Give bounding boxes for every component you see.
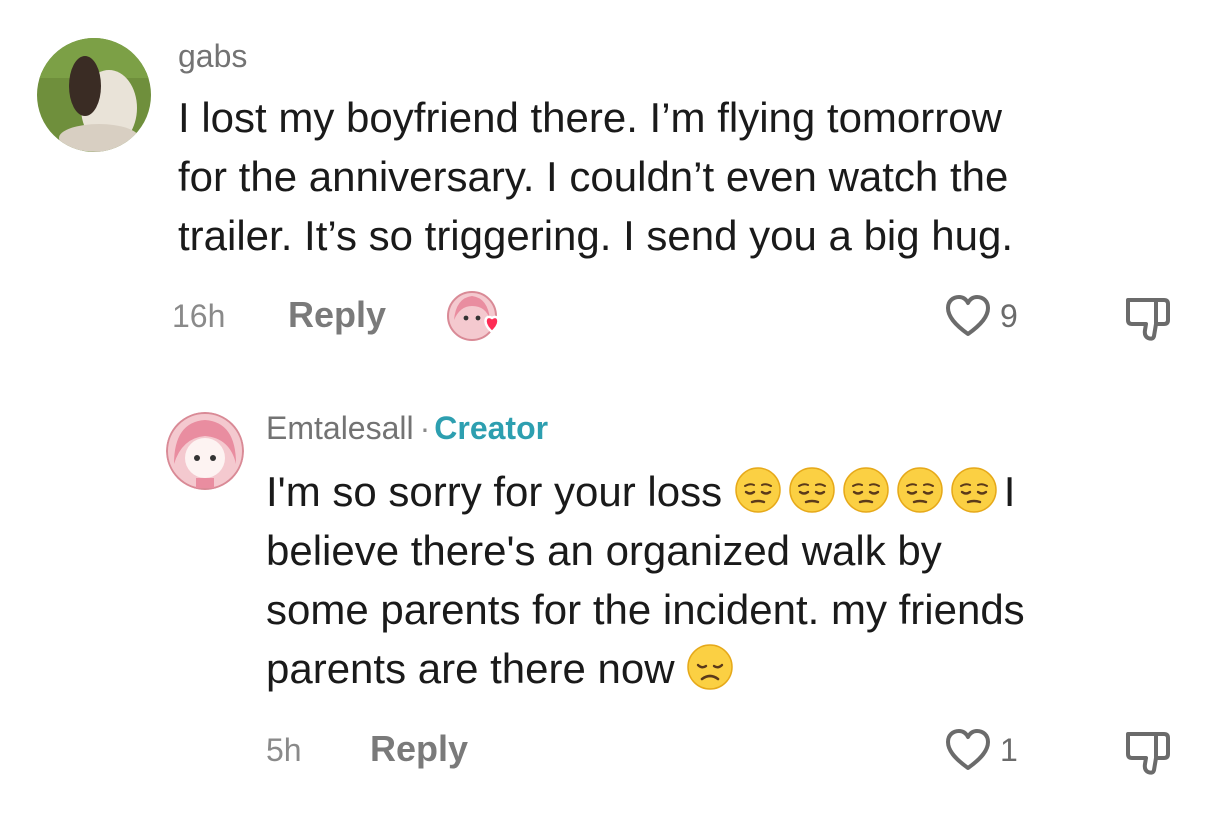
- heart-outline-icon: [946, 729, 990, 770]
- disappointed-emoji: [687, 644, 733, 690]
- avatar[interactable]: [166, 412, 244, 490]
- liked-by-creator-icon: [446, 290, 512, 342]
- comment-line-suffix: I: [1003, 468, 1016, 515]
- thumbs-down-icon: [1126, 732, 1170, 775]
- comment-line: believe there's an organized walk by: [266, 527, 942, 574]
- creator-badge: Creator: [434, 410, 549, 446]
- avatar[interactable]: [37, 38, 151, 152]
- separator-dot: ·: [419, 410, 431, 446]
- username-row: Emtalesall · Creator: [266, 410, 548, 447]
- username[interactable]: gabs: [178, 38, 247, 75]
- comment-line: parents are there now: [266, 639, 1196, 698]
- comment-line: trailer. It’s so triggering. I send you …: [178, 212, 1014, 259]
- dislike-button[interactable]: [1124, 730, 1174, 781]
- reply-button[interactable]: Reply: [370, 728, 468, 770]
- comment-line-text: I'm so sorry for your loss: [266, 468, 723, 515]
- comment-text: I lost my boyfriend there. I’m flying to…: [178, 88, 1188, 265]
- comment-text: I'm so sorry for your loss I believe the…: [266, 462, 1196, 698]
- comment-time: 16h: [172, 298, 226, 334]
- pensive-emoji: [735, 467, 781, 513]
- heart-outline-icon: [946, 295, 990, 336]
- username[interactable]: Emtalesall: [266, 410, 414, 446]
- pensive-emoji: [951, 467, 997, 513]
- pensive-emoji: [843, 467, 889, 513]
- comment-line: some parents for the incident. my friend…: [266, 586, 1025, 633]
- comment-line: for the anniversary. I couldn’t even wat…: [178, 153, 1009, 200]
- pensive-emoji: [789, 467, 835, 513]
- like-count: 1: [1000, 731, 1018, 768]
- comment-line: I lost my boyfriend there. I’m flying to…: [178, 94, 1002, 141]
- dislike-button[interactable]: [1124, 296, 1174, 347]
- comment-line-text: parents are there now: [266, 645, 675, 692]
- like-button[interactable]: 9: [944, 294, 1018, 338]
- pensive-emoji: [897, 467, 943, 513]
- comment-time: 5h: [266, 732, 302, 768]
- like-button[interactable]: 1: [944, 728, 1018, 772]
- emoji-group: [734, 467, 1004, 515]
- reply-button[interactable]: Reply: [288, 294, 386, 336]
- thumbs-down-icon: [1126, 298, 1170, 341]
- like-count: 9: [1000, 297, 1018, 334]
- comment-line: I'm so sorry for your loss I: [266, 462, 1196, 521]
